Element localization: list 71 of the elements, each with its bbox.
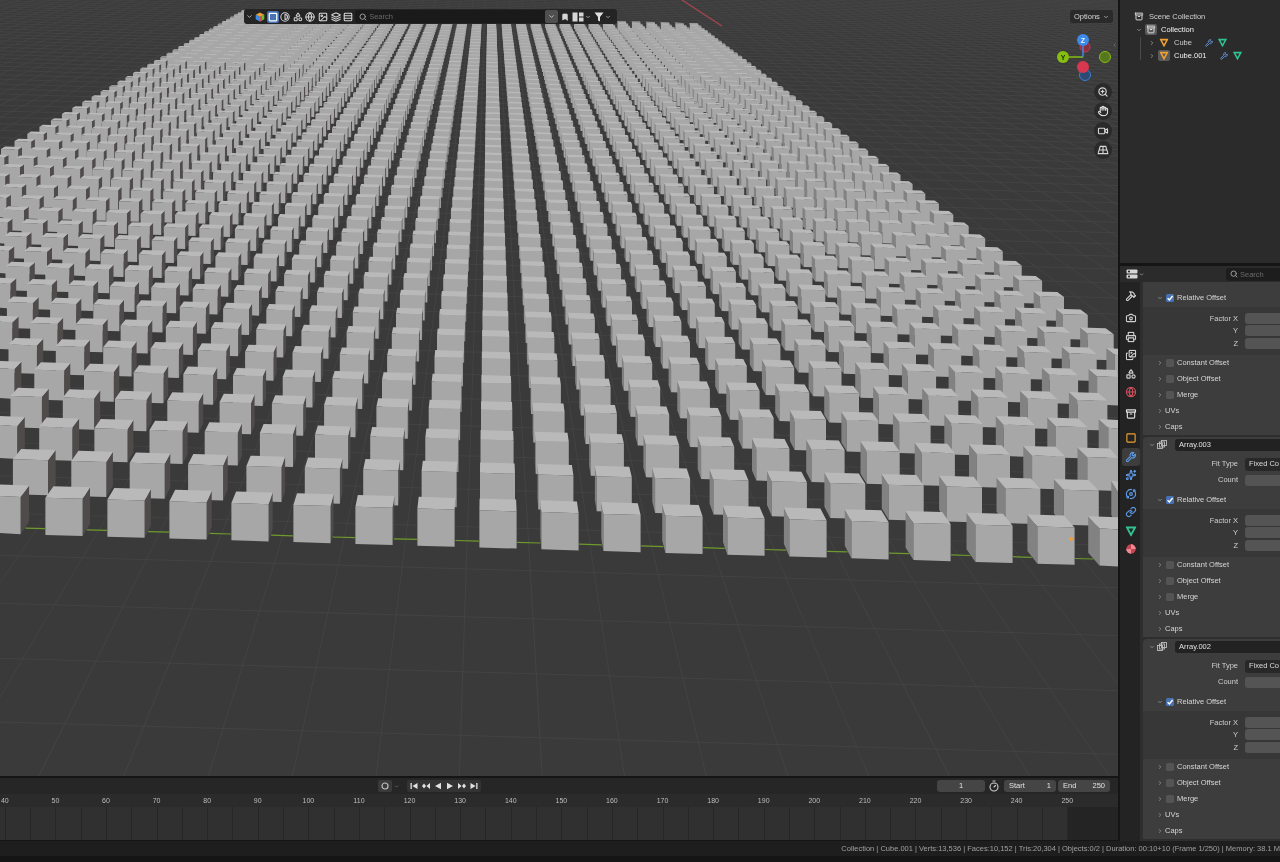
chevron-right-icon[interactable] [1157, 391, 1163, 398]
number-field[interactable] [1245, 716, 1280, 728]
chevron-down-icon[interactable] [1136, 26, 1142, 33]
chevron-right-icon[interactable] [1157, 359, 1163, 366]
record-icon[interactable] [378, 780, 392, 792]
chevron-down-icon[interactable] [585, 13, 592, 20]
chevron-right-icon[interactable] [1157, 609, 1163, 616]
chevron-right-icon[interactable] [1149, 39, 1155, 46]
origin-dot-icon [1069, 537, 1073, 541]
rows-icon[interactable] [342, 10, 355, 23]
checkbox[interactable] [1166, 496, 1174, 504]
chevron-right-icon[interactable] [1157, 811, 1163, 818]
image-icon[interactable] [316, 10, 329, 23]
chevron-right-icon[interactable] [1157, 375, 1163, 382]
stopwatch-icon[interactable] [988, 780, 1000, 792]
chevron-right-icon[interactable] [1157, 423, 1163, 430]
chevron-right-icon[interactable] [1157, 795, 1163, 802]
chevron-right-icon[interactable] [1157, 561, 1163, 568]
number-field[interactable] [1245, 337, 1280, 349]
axis-line [681, 0, 723, 27]
stacked-squares-icon [1157, 642, 1167, 651]
number-field[interactable] [1245, 729, 1280, 741]
number-field[interactable] [1245, 312, 1280, 324]
cube-icon[interactable] [254, 10, 266, 23]
chevron-down-icon[interactable] [605, 13, 612, 20]
chevron-down-icon[interactable] [545, 10, 559, 23]
checkbox[interactable] [1166, 294, 1174, 302]
shapes-icon[interactable] [291, 10, 304, 23]
panels-icon[interactable] [1126, 269, 1138, 279]
number-field[interactable] [1245, 514, 1280, 526]
chevron-right-icon[interactable] [1157, 779, 1163, 786]
checkbox[interactable] [1166, 698, 1174, 706]
triangle-icon[interactable] [1158, 50, 1170, 61]
number-field[interactable] [1245, 527, 1280, 539]
wrench-icon[interactable] [1204, 38, 1213, 47]
play-reverse-icon[interactable] [434, 782, 442, 790]
globe-icon[interactable] [304, 10, 317, 23]
zoom-in-icon[interactable] [1094, 83, 1112, 101]
chevron-right-icon[interactable] [1157, 593, 1163, 600]
chevron-right-icon[interactable] [1149, 52, 1155, 59]
axis-ball-icon[interactable] [1099, 51, 1111, 63]
search-icon [359, 12, 368, 21]
chevron-right-icon[interactable] [1157, 625, 1163, 632]
chevron-down-icon[interactable] [1139, 271, 1144, 277]
grid-icon[interactable] [1094, 140, 1112, 159]
wrench-icon[interactable] [1219, 51, 1228, 60]
square-icon[interactable] [266, 10, 279, 23]
layers-icon[interactable] [329, 10, 342, 23]
play-icon[interactable] [446, 782, 454, 790]
number-field[interactable] [1245, 325, 1280, 337]
half-circle-icon[interactable] [279, 10, 292, 23]
chevron-down-icon[interactable] [1102, 13, 1109, 20]
layout-icon[interactable] [572, 11, 585, 22]
archive-box-icon[interactable] [1133, 11, 1145, 22]
chevron-right-icon[interactable] [1157, 407, 1163, 414]
chevron-right-icon[interactable] [1157, 827, 1163, 834]
number-field[interactable] [1245, 741, 1280, 753]
skip-start-icon[interactable] [410, 782, 418, 790]
previous-keyframe-icon[interactable] [422, 782, 430, 790]
skip-end-icon[interactable] [470, 782, 478, 790]
wrench-icon[interactable] [1122, 447, 1140, 466]
chevron-right-icon[interactable] [1157, 763, 1163, 770]
number-field[interactable] [1245, 539, 1280, 551]
chevron-down-icon[interactable] [246, 13, 253, 20]
stacked-squares-icon [1157, 440, 1167, 449]
archive-box-icon[interactable] [1145, 24, 1157, 35]
triangle-icon[interactable] [1158, 37, 1170, 48]
search-icon [1230, 270, 1238, 278]
bookmark-icon[interactable] [561, 11, 570, 22]
next-keyframe-icon[interactable] [458, 782, 466, 790]
chevron-right-icon[interactable] [1157, 577, 1163, 584]
